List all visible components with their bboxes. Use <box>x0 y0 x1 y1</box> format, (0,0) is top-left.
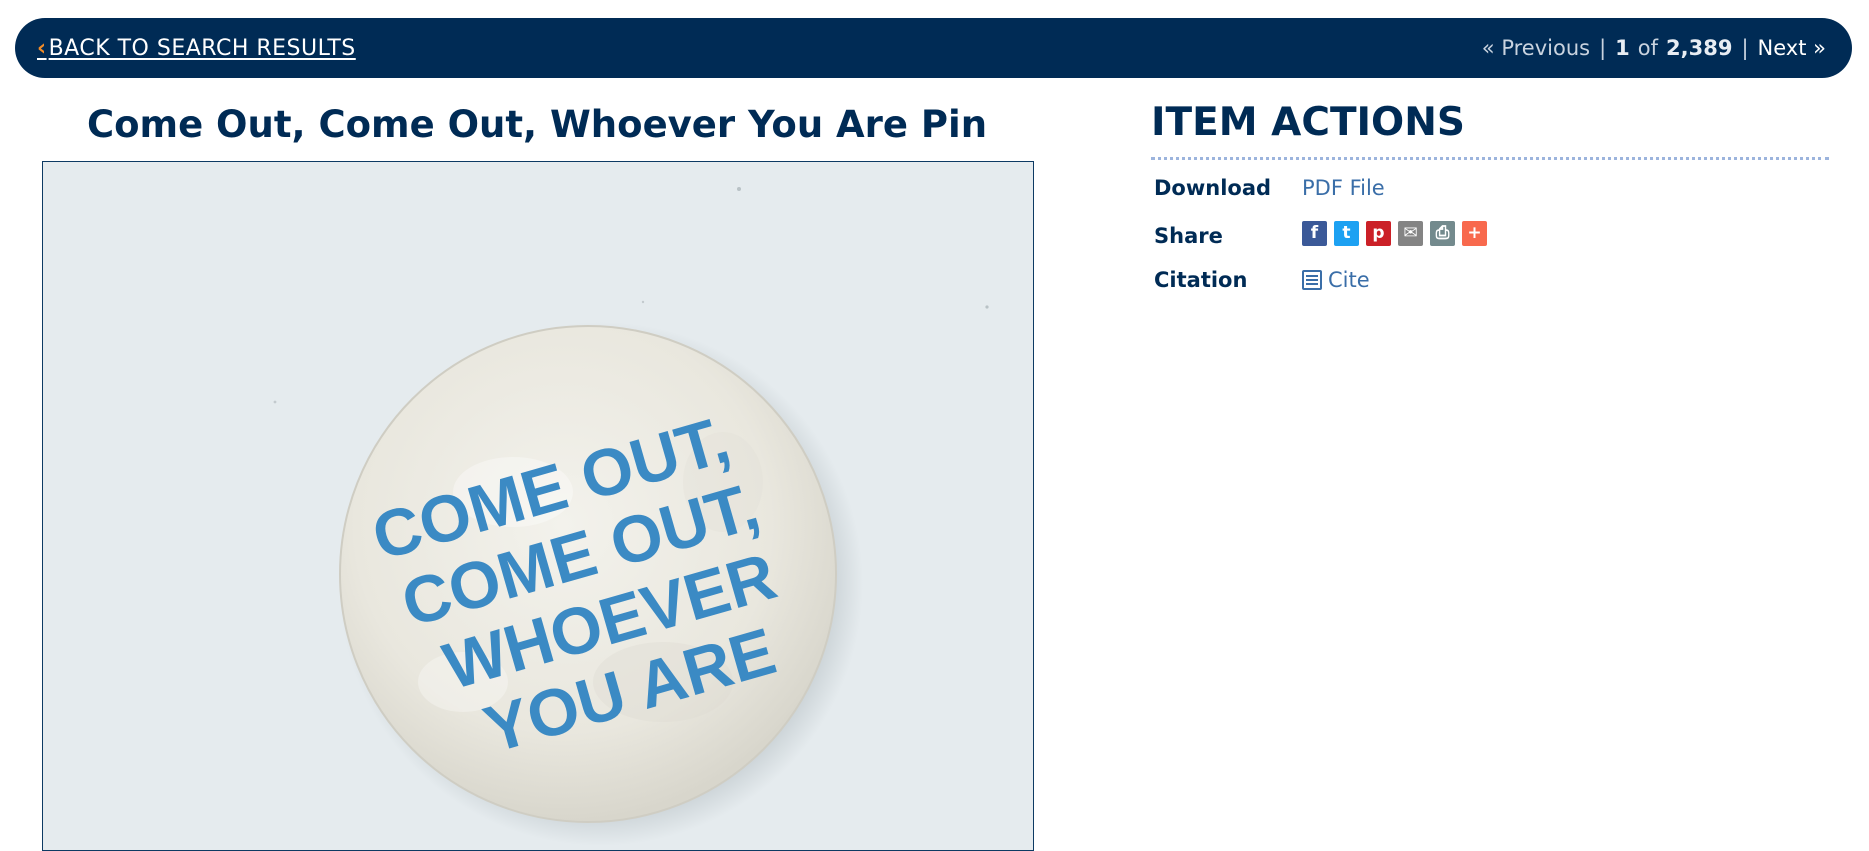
result-pager: « Previous | 1 of 2,389 | Next » <box>1482 36 1826 60</box>
top-navigation-bar: ‹ BACK TO SEARCH RESULTS « Previous | 1 … <box>15 18 1852 78</box>
print-icon[interactable]: ⎙ <box>1430 220 1455 246</box>
pin-photo: COME OUT, COME OUT, WHOEVER YOU ARE <box>43 162 1033 850</box>
email-icon[interactable]: ✉ <box>1398 220 1423 246</box>
more-share-icon[interactable]: + <box>1462 220 1487 246</box>
citation-label: Citation <box>1154 268 1248 292</box>
citation-row: Citation Cite <box>1154 268 1370 292</box>
back-link-label: BACK TO SEARCH RESULTS <box>48 35 356 61</box>
twitter-icon[interactable]: t <box>1334 220 1359 246</box>
actions-divider <box>1151 157 1829 160</box>
item-title: Come Out, Come Out, Whoever You Are Pin <box>86 103 988 146</box>
cite-link[interactable]: Cite <box>1302 268 1370 292</box>
chevron-left-icon: ‹ <box>37 35 47 61</box>
pinterest-icon[interactable]: p <box>1366 220 1391 246</box>
list-icon <box>1302 270 1322 290</box>
pdf-file-link[interactable]: PDF File <box>1302 176 1385 200</box>
share-buttons: f t p ✉ ⎙ + <box>1302 220 1487 246</box>
item-image[interactable]: COME OUT, COME OUT, WHOEVER YOU ARE <box>42 161 1034 851</box>
pager-separator: | <box>1741 36 1749 60</box>
download-row: Download PDF File <box>1154 176 1385 200</box>
item-actions-heading: ITEM ACTIONS <box>1151 100 1465 145</box>
next-link[interactable]: Next » <box>1758 36 1826 60</box>
pager-separator: | <box>1599 36 1607 60</box>
cite-link-label: Cite <box>1328 268 1370 292</box>
current-result-number: 1 <box>1615 36 1630 60</box>
total-results-count: 2,389 <box>1666 36 1733 60</box>
back-to-search-results-link[interactable]: ‹ BACK TO SEARCH RESULTS <box>37 36 356 61</box>
pager-of-label: of <box>1637 36 1659 60</box>
previous-link[interactable]: « Previous <box>1482 36 1590 60</box>
download-label: Download <box>1154 176 1272 200</box>
share-row: Share f t p ✉ ⎙ + <box>1154 218 1487 248</box>
facebook-icon[interactable]: f <box>1302 220 1327 246</box>
share-label: Share <box>1154 224 1223 248</box>
